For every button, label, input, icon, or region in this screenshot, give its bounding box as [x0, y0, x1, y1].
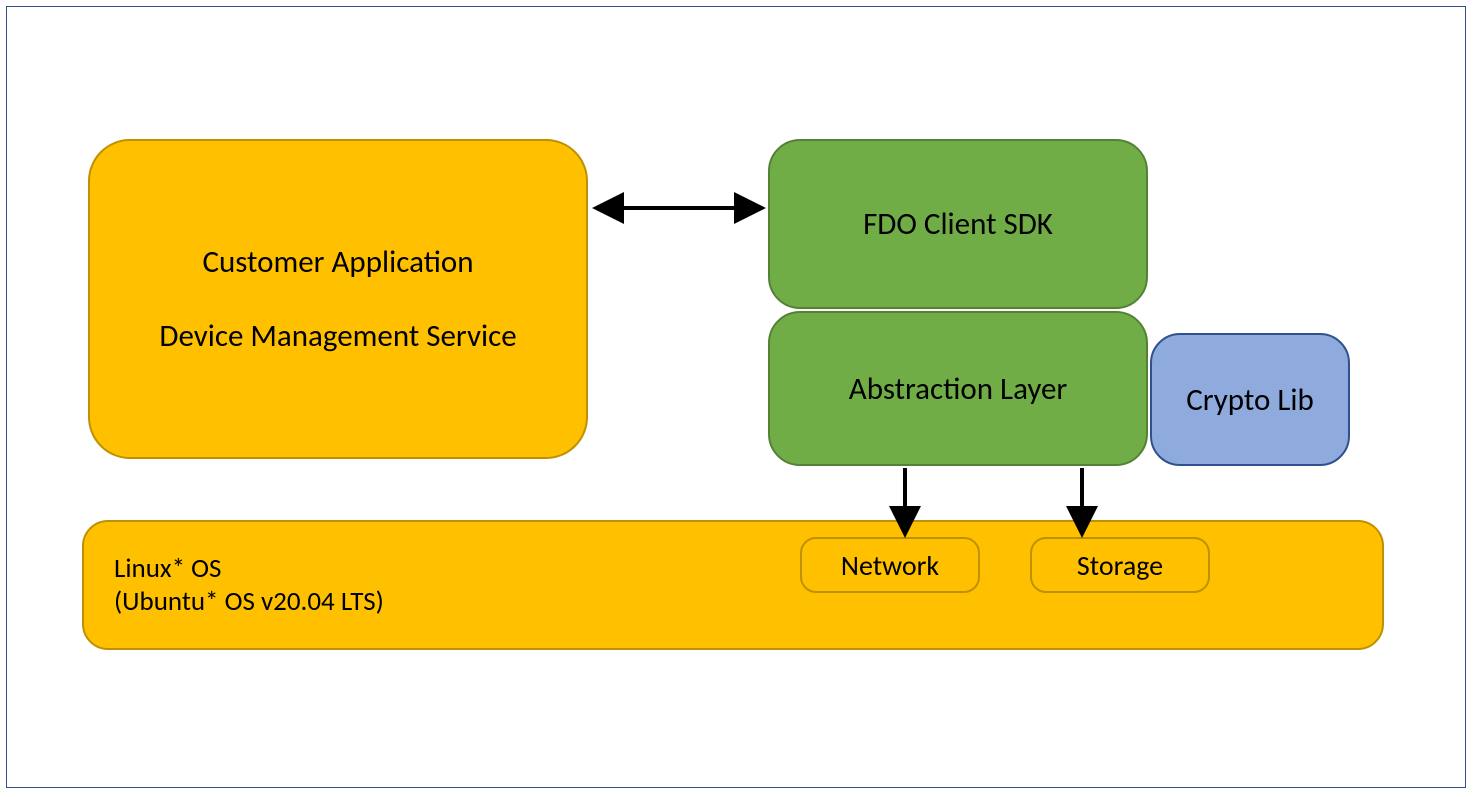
storage-label: Storage — [1077, 548, 1163, 583]
customer-application-label-2: Device Management Service — [159, 317, 516, 355]
customer-application-box: Customer Application Device Management S… — [88, 139, 588, 459]
linux-os-text: Linux* OS (Ubuntu* OS v20.04 LTS) — [114, 552, 384, 618]
linux-os-label-1: Linux* OS — [114, 552, 384, 585]
network-label: Network — [841, 548, 939, 583]
diagram-canvas: Customer Application Device Management S… — [0, 0, 1474, 797]
linux-os-label-2: (Ubuntu* OS v20.04 LTS) — [114, 585, 384, 618]
customer-application-label-1: Customer Application — [202, 243, 473, 281]
crypto-lib-label: Crypto Lib — [1186, 381, 1314, 419]
fdo-client-sdk-box: FDO Client SDK — [768, 139, 1148, 309]
storage-box: Storage — [1030, 537, 1210, 593]
crypto-lib-box: Crypto Lib — [1150, 333, 1350, 466]
abstraction-layer-box: Abstraction Layer — [768, 311, 1148, 466]
network-box: Network — [800, 537, 980, 593]
abstraction-layer-label: Abstraction Layer — [849, 370, 1067, 408]
fdo-client-sdk-label: FDO Client SDK — [863, 205, 1053, 243]
